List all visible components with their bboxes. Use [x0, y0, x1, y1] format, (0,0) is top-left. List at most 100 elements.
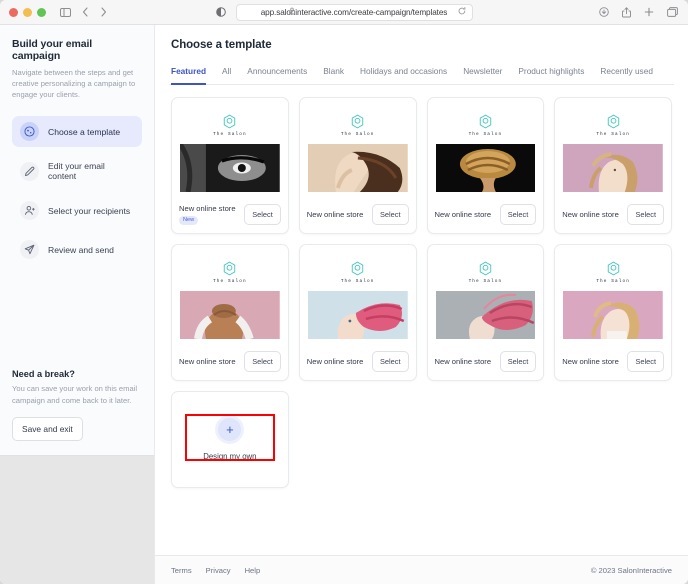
- template-card[interactable]: The Salon: [171, 97, 289, 234]
- sidebar-item-select-recipients[interactable]: Select your recipients: [12, 195, 142, 226]
- footer: Terms Privacy Help © 2023 SalonInteracti…: [155, 555, 688, 584]
- template-photo: [435, 291, 536, 339]
- salon-logo-text: The Salon: [340, 132, 375, 137]
- plus-icon[interactable]: +: [218, 418, 242, 441]
- salon-logo-text: The Salon: [213, 279, 247, 284]
- select-template-button[interactable]: Select: [499, 351, 537, 372]
- footer-link-terms[interactable]: Terms: [171, 566, 192, 575]
- tab-announcements[interactable]: Announcements: [247, 66, 307, 85]
- campaign-steps: Choose a template Edit your email conten…: [12, 116, 142, 265]
- salon-logo-icon: [607, 261, 619, 276]
- design-my-own-card[interactable]: + Design my own: [171, 391, 289, 488]
- template-preview: The Salon: [300, 98, 416, 197]
- browser-toolbar: app.saloninteractive.com/create-campaign…: [0, 0, 688, 25]
- pencil-icon: [20, 161, 39, 181]
- template-name: New online store: [306, 210, 364, 219]
- template-photo: [180, 291, 280, 341]
- reload-icon[interactable]: [458, 7, 466, 17]
- paper-plane-icon: [20, 240, 39, 259]
- template-card[interactable]: The Salon: [554, 97, 672, 234]
- salon-logo-text: The Salon: [468, 279, 503, 284]
- sidebar-subtitle: Navigate between the steps and get creat…: [12, 68, 136, 99]
- template-preview: The Salon: [172, 245, 288, 344]
- maximize-window-button[interactable]: [37, 7, 46, 17]
- salon-logo-icon: [479, 261, 492, 276]
- downloads-icon[interactable]: [599, 7, 609, 17]
- need-a-break-title: Need a break?: [12, 369, 75, 380]
- select-template-button[interactable]: Select: [499, 204, 537, 225]
- tab-holidays-and-occasions[interactable]: Holidays and occasions: [360, 66, 447, 85]
- footer-link-privacy[interactable]: Privacy: [206, 566, 231, 575]
- template-card[interactable]: The Salon: [426, 244, 545, 381]
- template-card[interactable]: The Salon: [554, 244, 672, 381]
- salon-logo-text: The Salon: [213, 132, 247, 137]
- save-and-exit-button[interactable]: Save and exit: [12, 417, 83, 441]
- template-name: New online store: [434, 357, 492, 366]
- sidebar-item-label: Choose a template: [48, 126, 121, 137]
- select-template-button[interactable]: Select: [371, 351, 409, 372]
- template-category-tabs: Featured All Announcements Blank Holiday…: [169, 66, 674, 85]
- template-card[interactable]: The Salon: [298, 97, 417, 234]
- tab-newsletter[interactable]: Newsletter: [463, 66, 502, 85]
- sidebar-item-label: Select your recipients: [48, 205, 131, 216]
- forward-icon[interactable]: [100, 7, 107, 17]
- select-template-button[interactable]: Select: [627, 204, 664, 225]
- template-preview: The Salon: [172, 98, 288, 197]
- back-icon[interactable]: [82, 7, 89, 17]
- template-photo: [563, 291, 663, 339]
- template-name: New online store: [306, 357, 364, 366]
- sidebar: Build your email campaign Navigate betwe…: [0, 25, 155, 584]
- tab-all[interactable]: All: [222, 66, 231, 85]
- tab-recently-used[interactable]: Recently used: [600, 66, 653, 85]
- minimize-window-button[interactable]: [23, 7, 32, 17]
- new-tab-icon[interactable]: [644, 7, 654, 17]
- tab-overview-icon[interactable]: [667, 7, 678, 17]
- template-photo: [307, 144, 408, 192]
- share-icon[interactable]: [622, 6, 631, 18]
- template-photo: [307, 291, 408, 339]
- footer-link-help[interactable]: Help: [245, 566, 261, 575]
- template-name: New online store: [179, 204, 236, 214]
- tab-blank[interactable]: Blank: [323, 66, 344, 85]
- app-body: Build your email campaign Navigate betwe…: [0, 25, 688, 584]
- salon-logo-icon: [351, 261, 364, 276]
- template-name: New online store: [562, 210, 619, 219]
- salon-logo-text: The Salon: [340, 279, 375, 284]
- select-template-button[interactable]: Select: [627, 351, 664, 372]
- main-content: Choose a template Featured All Announcem…: [155, 25, 688, 584]
- reader-view-icon[interactable]: [215, 7, 226, 17]
- template-name: New online store: [179, 357, 236, 366]
- sidebar-item-choose-template[interactable]: Choose a template: [12, 116, 142, 147]
- template-card[interactable]: The Salon: [426, 97, 545, 234]
- select-template-button[interactable]: Select: [371, 204, 409, 225]
- sidebar-item-review-send[interactable]: Review and send: [12, 234, 142, 265]
- template-name: New online store: [434, 210, 492, 219]
- person-icon: [20, 201, 39, 220]
- sidebar-item-label: Edit your email content: [48, 161, 105, 181]
- salon-logo-text: The Salon: [596, 132, 630, 137]
- template-card[interactable]: The Salon: [298, 244, 417, 381]
- address-bar[interactable]: app.saloninteractive.com/create-campaign…: [235, 3, 473, 21]
- template-photo: [435, 144, 536, 192]
- template-preview: The Salon: [555, 245, 671, 344]
- template-preview: The Salon: [428, 245, 544, 344]
- tab-featured[interactable]: Featured: [171, 66, 207, 85]
- sidebar-title: Build your email campaign: [12, 38, 93, 62]
- lock-icon: [288, 7, 295, 17]
- template-photo: [563, 144, 663, 192]
- sidebar-item-edit-content[interactable]: Edit your email content: [12, 155, 142, 187]
- close-window-button[interactable]: [9, 7, 18, 17]
- sidebar-icon[interactable]: [60, 7, 71, 17]
- tab-product-highlights[interactable]: Product highlights: [518, 66, 584, 85]
- template-photo: [177, 142, 280, 193]
- template-name: New online store: [562, 357, 619, 366]
- select-template-button[interactable]: Select: [244, 204, 281, 225]
- salon-logo-icon: [479, 114, 492, 129]
- salon-logo-text: The Salon: [596, 279, 630, 284]
- template-preview: The Salon: [555, 98, 671, 197]
- page-title: Choose a template: [171, 39, 272, 51]
- template-card[interactable]: The Salon: [171, 244, 289, 381]
- sidebar-empty-area: [0, 455, 154, 584]
- footer-links: Terms Privacy Help: [171, 566, 260, 575]
- select-template-button[interactable]: Select: [244, 351, 281, 372]
